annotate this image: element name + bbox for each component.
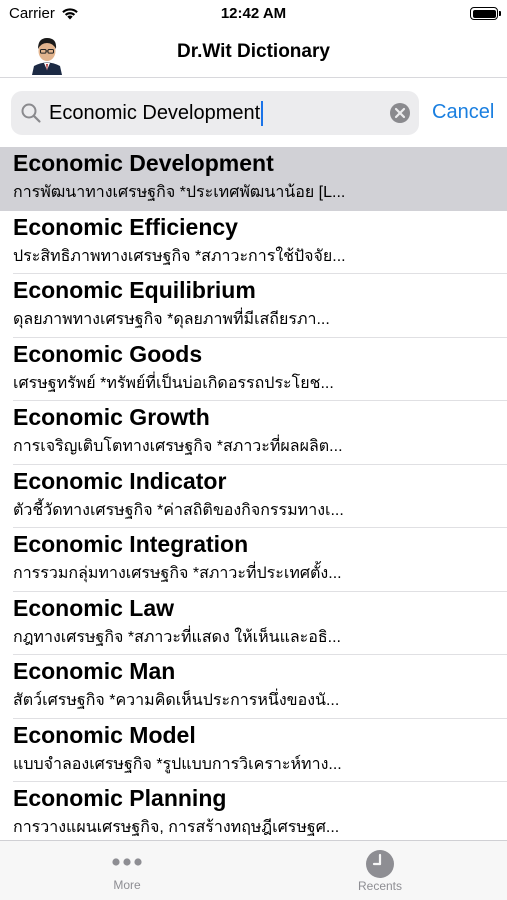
entry-title: Economic Model xyxy=(13,721,196,748)
entry-definition: การวางแผนเศรษฐกิจ, การสร้างทฤษฎีเศรษฐศ..… xyxy=(13,819,340,836)
search-area: Economic Development Cancel xyxy=(0,79,507,147)
results-list: Economic Development การพัฒนาทางเศรษฐกิจ … xyxy=(0,147,507,840)
entry-title: Economic Integration xyxy=(13,531,249,557)
search-icon xyxy=(21,103,41,123)
tab-bar: More Recents xyxy=(0,840,507,900)
entry-definition: การรวมกลุ่มทางเศรษฐกิจ *สภาวะที่ประเทศตั… xyxy=(13,565,342,582)
list-item[interactable]: Economic Planning การวางแผนเศรษฐกิจ, การส… xyxy=(0,782,507,840)
entry-definition: การพัฒนาทางเศรษฐกิจ *ประเทศพัฒนาน้อย [L.… xyxy=(13,184,346,201)
entry-title: Economic Development xyxy=(13,150,274,176)
clear-icon[interactable] xyxy=(389,102,411,124)
list-item[interactable]: Economic Equilibrium ดุลยภาพทางเศรษฐกิจ *… xyxy=(0,274,507,338)
list-item[interactable]: Economic Goods เศรษฐทรัพย์ *ทรัพย์ที่เป็น… xyxy=(0,338,507,402)
entry-definition: แบบจำลองเศรษฐกิจ *รูปแบบการวิเคราะห์ทาง.… xyxy=(13,755,342,773)
list-item[interactable]: Economic Indicator ตัวชี้วัดทางเศรษฐกิจ *… xyxy=(0,465,507,529)
battery-icon xyxy=(470,7,501,20)
search-input-text[interactable]: Economic Development xyxy=(49,101,264,126)
list-item[interactable]: Economic Development การพัฒนาทางเศรษฐกิจ … xyxy=(0,147,507,211)
tab-more[interactable]: More xyxy=(52,841,202,900)
cancel-button[interactable]: Cancel xyxy=(432,101,494,124)
tab-recents[interactable]: Recents xyxy=(305,841,455,900)
entry-definition: ตัวชี้วัดทางเศรษฐกิจ *ค่าสถิติของกิจกรรม… xyxy=(13,501,344,519)
status-time: 12:42 AM xyxy=(220,5,287,22)
entry-title: Economic Planning xyxy=(13,785,227,811)
navigation-bar: Dr.Wit Dictionary xyxy=(0,30,507,78)
entry-definition: ประสิทธิภาพทางเศรษฐกิจ *สภาวะการใช้ปัจจั… xyxy=(13,247,346,265)
status-bar: Carrier 12:42 AM xyxy=(0,0,507,30)
list-item[interactable]: Economic Man สัตว์เศรษฐกิจ *ความคิดเห็นปร… xyxy=(0,655,507,719)
search-value: Economic Development xyxy=(49,102,261,124)
entry-definition: กฎทางเศรษฐกิจ *สภาวะที่แสดง ให้เห็นและอธ… xyxy=(13,628,341,646)
entry-title: Economic Law xyxy=(13,594,175,621)
entry-definition: เศรษฐทรัพย์ *ทรัพย์ที่เป็นบ่อเกิดอรรถประ… xyxy=(13,374,334,392)
clock-icon xyxy=(366,850,394,878)
entry-definition: ดุลยภาพทางเศรษฐกิจ *ดุลยภาพที่มีเสถียรภา… xyxy=(13,311,330,328)
list-item[interactable]: Economic Efficiency ประสิทธิภาพทางเศรษฐกิ… xyxy=(0,211,507,275)
entry-title: Economic Indicator xyxy=(13,467,227,494)
search-input[interactable]: Economic Development xyxy=(11,91,419,135)
entry-definition: สัตว์เศรษฐกิจ *ความคิดเห็นประการหนึ่งของ… xyxy=(13,692,340,709)
text-caret xyxy=(261,101,264,126)
entry-definition: การเจริญเติบโตทางเศรษฐกิจ *สภาวะที่ผลผลิ… xyxy=(13,438,343,455)
entry-title: Economic Efficiency xyxy=(13,213,238,240)
entry-title: Economic Equilibrium xyxy=(13,277,256,303)
entry-title: Economic Goods xyxy=(13,340,203,367)
tab-recents-label: Recents xyxy=(357,879,403,893)
list-item[interactable]: Economic Law กฎทางเศรษฐกิจ *สภาวะที่แสดง … xyxy=(0,592,507,656)
entry-title: Economic Growth xyxy=(13,404,210,430)
list-item[interactable]: Economic Integration การรวมกลุ่มทางเศรษฐก… xyxy=(0,528,507,592)
entry-title: Economic Man xyxy=(13,658,176,684)
page-title: Dr.Wit Dictionary xyxy=(177,41,330,62)
more-dots-icon xyxy=(112,858,142,866)
list-item[interactable]: Economic Growth การเจริญเติบโตทางเศรษฐกิจ… xyxy=(0,401,507,465)
tab-more-label: More xyxy=(113,878,141,892)
list-item[interactable]: Economic Model แบบจำลองเศรษฐกิจ *รูปแบบกา… xyxy=(0,719,507,783)
